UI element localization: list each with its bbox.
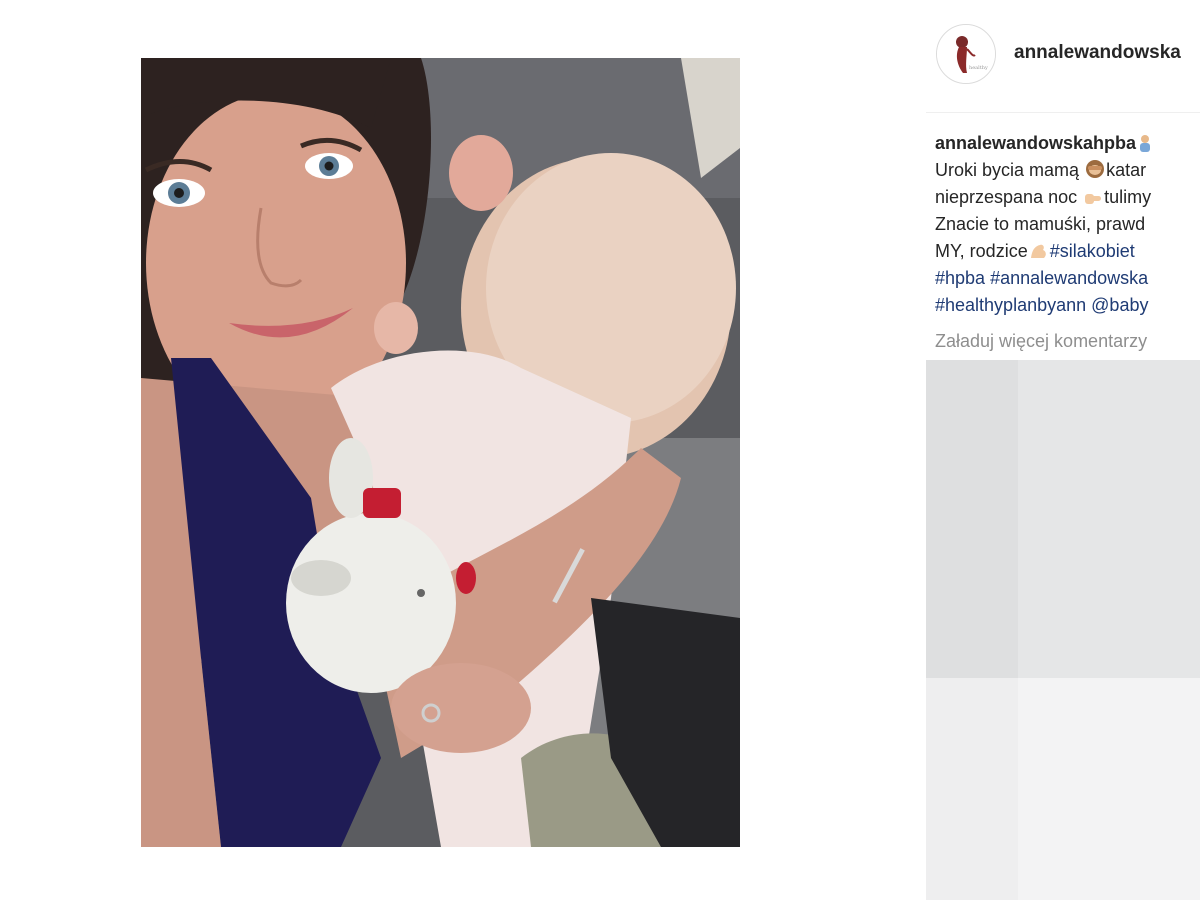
placeholder-block [1018,678,1200,900]
hashtag-link[interactable]: #silakobiet [1050,241,1135,261]
see-no-evil-monkey-emoji-icon [1085,159,1105,187]
hashtag-link[interactable]: #healthyplanbyann [935,295,1086,315]
hashtag-link[interactable]: #annalewandowska [990,268,1148,288]
caption-line-5: MY, rodzice #silakobiet [935,238,1200,265]
pointing-right-emoji-icon [1083,187,1103,214]
placeholder-block [926,678,1018,900]
mention-link[interactable]: @baby [1091,295,1148,315]
placeholder-block [926,360,1018,678]
load-more-comments-link[interactable]: Załaduj więcej komentarzy [935,331,1147,352]
caption-text: MY, rodzice [935,241,1028,261]
caption-text: tulimy [1104,187,1152,207]
post-photo[interactable] [141,58,740,847]
post-author-username[interactable]: annalewandowska [1014,42,1181,64]
flexed-biceps-emoji-icon [1029,241,1049,268]
woman-emoji-icon [1137,133,1153,160]
loading-placeholder [926,360,1200,900]
post-side-panel: healthy annalewandowska annalewandowskah… [926,0,1200,900]
post-caption: annalewandowskahpba Uroki bycia mamą kat… [935,130,1200,319]
caption-line-4: Znacie to mamuśki, prawd [935,211,1200,238]
hashtag-link[interactable]: #hpba [935,268,985,288]
caption-text: Uroki bycia mamą [935,160,1080,180]
post-header: healthy annalewandowska [926,0,1200,113]
caption-text: Znacie to mamuśki, prawd [935,214,1146,234]
svg-text:healthy: healthy [969,65,988,71]
photo-illustration [141,58,740,847]
caption-text: katar [1106,160,1147,180]
caption-text: nieprzespana noc [935,187,1078,207]
caption-username[interactable]: annalewandowskahpba [935,133,1136,153]
woman-silhouette-logo-icon: healthy [937,25,995,83]
caption-line-7: #healthyplanbyann @baby [935,292,1200,319]
caption-line-6: #hpba #annalewandowska [935,265,1200,292]
caption-line-1: annalewandowskahpba [935,130,1200,157]
profile-avatar[interactable]: healthy [936,24,996,84]
caption-line-3: nieprzespana noc tulimy [935,184,1200,211]
post-media-area [0,0,926,900]
placeholder-block [1018,360,1200,678]
caption-line-2: Uroki bycia mamą katar [935,157,1200,184]
